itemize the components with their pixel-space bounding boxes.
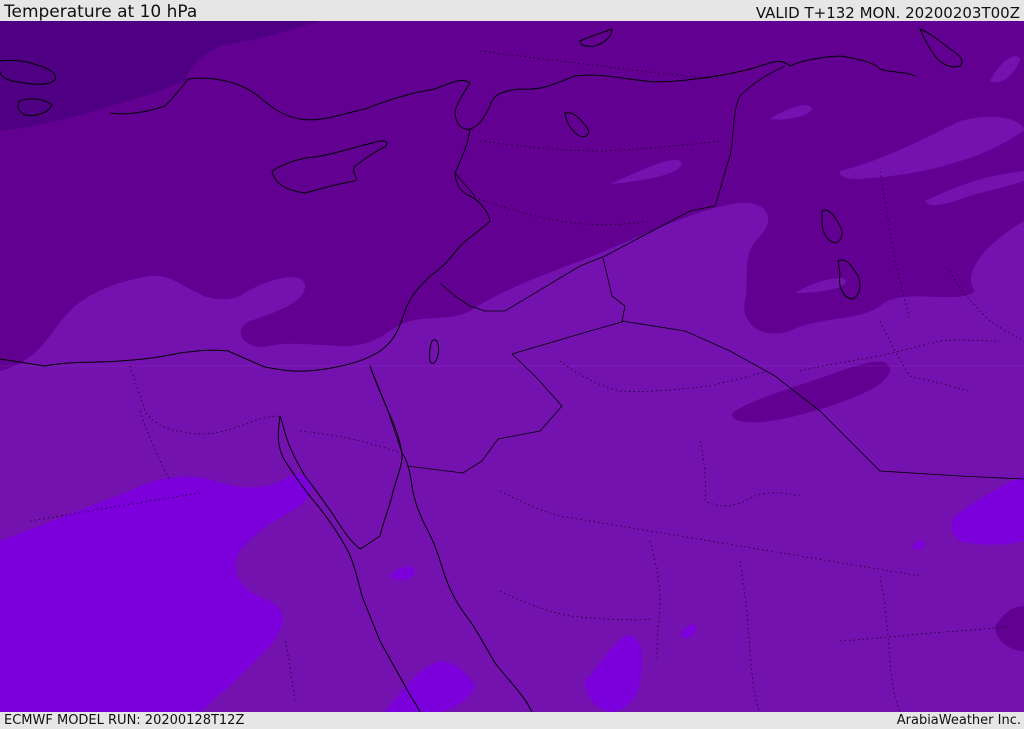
footer-bar: ECMWF MODEL RUN: 20200128T12Z ArabiaWeat…: [0, 712, 1024, 729]
model-run-label: ECMWF MODEL RUN: 20200128T12Z: [4, 713, 245, 728]
valid-time-label: VALID T+132 MON. 20200203T00Z: [755, 4, 1020, 22]
weather-map[interactable]: [0, 21, 1024, 712]
header-bar: Temperature at 10 hPa VALID T+132 MON. 2…: [0, 0, 1024, 21]
map-title: Temperature at 10 hPa: [4, 2, 198, 22]
credit-label: ArabiaWeather Inc.: [896, 713, 1021, 728]
